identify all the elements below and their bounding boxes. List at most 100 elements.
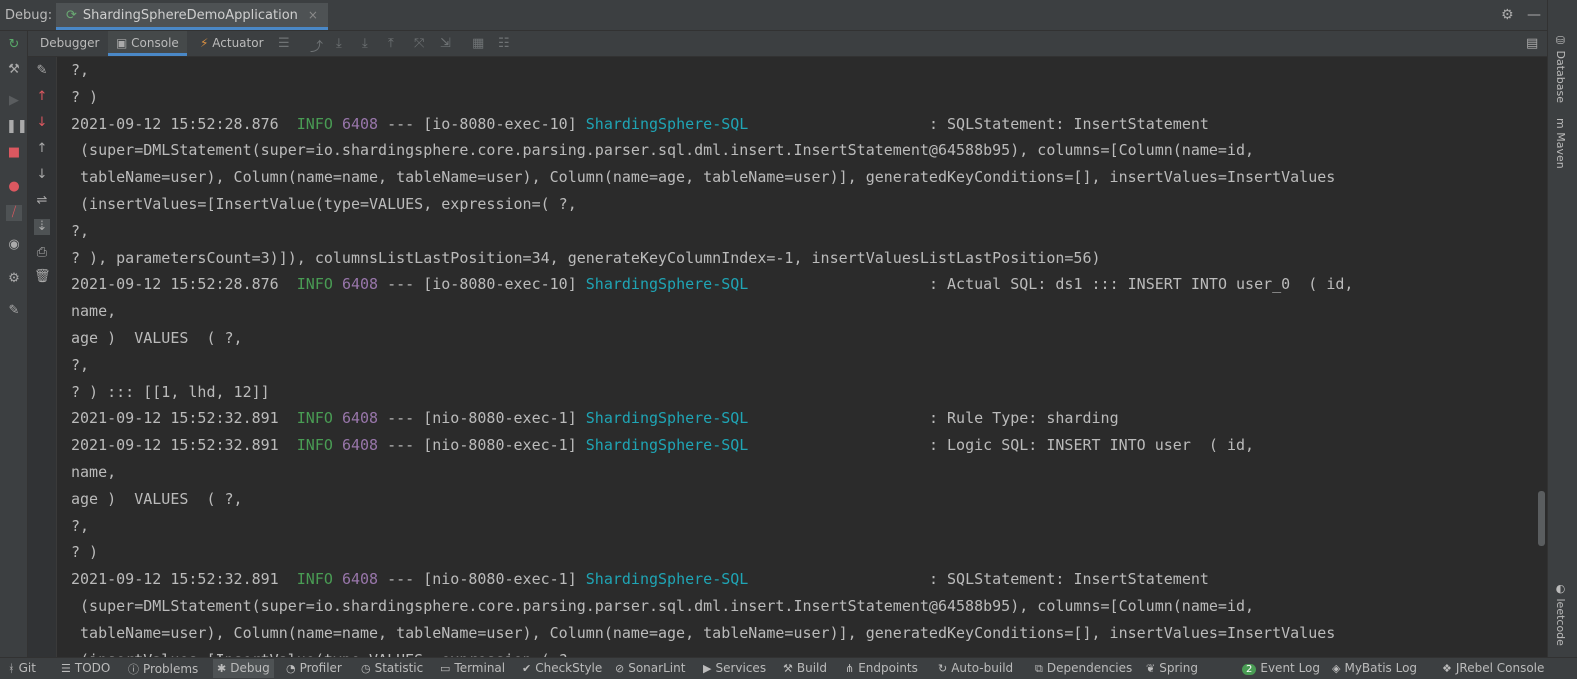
log-logger: ShardingSphere-SQL (585, 275, 749, 294)
tool-window-label: JRebel Console (1455, 661, 1545, 675)
tool-window-label: MyBatis Log (1344, 661, 1418, 675)
database-tool-button[interactable]: ⛁ Database (1554, 34, 1567, 103)
log-timestamp: 2021-09-12 15:52:32.891 (71, 570, 279, 589)
tool-window-jrebel-console[interactable]: ❖ JRebel Console (1442, 661, 1544, 675)
mute-breakpoints-icon[interactable]: ⧸ (6, 205, 22, 221)
autobuild-icon: ↻ (938, 662, 948, 675)
console-line: ?, (71, 516, 90, 535)
git-icon: ᚼ (8, 662, 15, 675)
problems-icon: ⓘ (128, 663, 139, 676)
sonarlint-icon: ⊘ (615, 662, 625, 675)
settings-gear-icon[interactable]: ⚙ (1501, 7, 1514, 23)
todo-icon: ☰ (61, 662, 71, 675)
tool-window-sonarlint[interactable]: ⊘ SonarLint (615, 661, 685, 675)
minimize-icon[interactable]: — (1527, 7, 1541, 23)
tool-window-spring[interactable]: ❦ Spring (1146, 661, 1198, 675)
tool-window-checkstyle[interactable]: ✔ CheckStyle (522, 661, 602, 675)
rerun-icon[interactable]: ↻ (6, 37, 22, 53)
tool-window-terminal[interactable]: ▭ Terminal (440, 661, 505, 675)
log-message: : Actual SQL: ds1 ::: INSERT INTO user_0… (748, 275, 1354, 294)
evaluate-expression-icon[interactable]: ▦ (472, 36, 484, 51)
console-output[interactable]: ?, ? ) 2021-09-12 15:52:28.876 INFO 6408 -… (57, 57, 1535, 657)
actuator-icon: ⚡ (200, 36, 209, 50)
menu-icon[interactable]: ☰ (278, 36, 290, 51)
stop-icon[interactable]: ■ (6, 145, 22, 161)
console-line: tableName=user), Column(name=name, table… (71, 623, 1336, 642)
step-into-icon[interactable]: ⤓ (362, 36, 368, 51)
mybatis-icon: ◈ (1332, 662, 1341, 675)
tool-window-services[interactable]: ▶ Services (703, 661, 766, 675)
tool-window-statistic[interactable]: ◷ Statistic (361, 661, 423, 675)
step-out-icon[interactable]: ⤒ (388, 36, 394, 51)
drop-frame-icon[interactable]: ⤧ (414, 36, 424, 51)
scroll-to-end-icon[interactable]: ⇣ (34, 219, 50, 235)
console-line: ?, (71, 61, 90, 79)
endpoints-icon: ⋔ (845, 662, 855, 675)
tool-window-auto-build[interactable]: ↻ Auto-build (938, 661, 1013, 675)
tool-window-git[interactable]: ᚼ Git (8, 661, 36, 675)
maven-tool-button[interactable]: m Maven (1554, 118, 1567, 169)
tab-console[interactable]: ▣ Console (108, 31, 187, 56)
log-pid: 6408 (341, 114, 379, 133)
leetcode-tool-button[interactable]: ◐ leetcode (1554, 582, 1567, 646)
tab-console-label: Console (131, 36, 179, 50)
log-thread: --- [nio-8080-exec-1] (378, 570, 586, 589)
camera-icon[interactable]: ◉ (6, 237, 22, 253)
layout-icon[interactable]: ▤ (1526, 36, 1538, 51)
dependencies-icon: ⧉ (1035, 662, 1043, 675)
log-message: : SQLStatement: InsertStatement (748, 570, 1209, 589)
tool-window-endpoints[interactable]: ⋔ Endpoints (845, 661, 918, 675)
debug-actions-bar: ↻ ⚒ ▶ ❚❚ ■ ● ⧸ ◉ ⚙ ✎ (0, 31, 28, 657)
tool-window-mybatis-log[interactable]: ◈ MyBatis Log (1332, 661, 1417, 675)
console-line: tableName=user), Column(name=name, table… (71, 168, 1336, 187)
tool-window-label: Debug (230, 661, 270, 675)
console-line: 2021-09-12 15:52:32.891 INFO 6408 --- [n… (71, 405, 1535, 432)
tab-debugger-label: Debugger (40, 36, 100, 50)
statistic-icon: ◷ (361, 662, 371, 675)
trace-icon[interactable]: ☷ (498, 36, 510, 51)
up-stack-icon[interactable]: ↑ (34, 89, 50, 105)
console-scrollbar[interactable] (1536, 57, 1547, 657)
log-level: INFO (296, 409, 333, 428)
console-line: ?, (71, 221, 90, 240)
tool-window-dependencies[interactable]: ⧉ Dependencies (1035, 661, 1132, 676)
clear-all-icon[interactable]: ✎ (34, 63, 50, 79)
trash-icon[interactable]: 🗑 (34, 269, 51, 285)
resume-icon[interactable]: ▶ (6, 93, 22, 109)
previous-occurrence-icon[interactable]: ↑ (34, 141, 50, 157)
log-message: : Logic SQL: INSERT INTO user ( id, (748, 436, 1255, 455)
soft-wrap-icon[interactable]: ⇌ (34, 193, 50, 209)
log-timestamp: 2021-09-12 15:52:28.876 (71, 275, 279, 294)
tool-window-event-log[interactable]: 2 Event Log (1242, 661, 1320, 675)
close-tab-icon[interactable]: × (308, 8, 318, 22)
console-line: ? ) (71, 87, 99, 106)
console-line: 2021-09-12 15:52:32.891 INFO 6408 --- [n… (71, 566, 1535, 593)
tool-window-todo[interactable]: ☰ TODO (61, 661, 110, 675)
view-breakpoints-icon[interactable]: ● (6, 179, 22, 195)
log-timestamp: 2021-09-12 15:52:32.891 (71, 436, 279, 455)
pin-icon[interactable]: ✎ (6, 303, 22, 319)
tool-window-label: Auto-build (951, 661, 1014, 675)
event-log-icon: 2 (1242, 664, 1257, 675)
log-level: INFO (296, 114, 333, 133)
scrollbar-thumb[interactable] (1538, 491, 1545, 546)
tab-debugger[interactable]: Debugger (32, 31, 107, 56)
tab-actuator[interactable]: ⚡ Actuator (192, 31, 272, 56)
log-logger: ShardingSphere-SQL (585, 409, 749, 428)
tool-window-build[interactable]: ⚒ Build (783, 661, 827, 675)
tool-window-profiler[interactable]: ◔ Profiler (286, 661, 342, 675)
run-to-cursor-icon[interactable]: ⇲ (440, 36, 451, 51)
tool-window-debug[interactable]: ✱ Debug (213, 659, 274, 678)
run-config-tab[interactable]: ⟳ ShardingSphereDemoApplication × (56, 3, 328, 30)
print-icon[interactable]: ⎙ (34, 245, 50, 261)
settings-icon[interactable]: ⚙ (6, 271, 22, 287)
next-occurrence-icon[interactable]: ↓ (34, 167, 50, 183)
tool-window-problems[interactable]: ⓘ Problems (128, 661, 198, 677)
show-execution-point-icon[interactable]: ⤴ (310, 36, 323, 55)
wrench-icon[interactable]: ⚒ (6, 62, 22, 78)
log-thread: --- [nio-8080-exec-1] (378, 436, 586, 455)
down-stack-icon[interactable]: ↓ (34, 115, 50, 131)
pause-icon[interactable]: ❚❚ (6, 119, 28, 135)
tool-window-label: Services (715, 661, 767, 675)
step-over-icon[interactable]: ⤓ (336, 36, 342, 51)
